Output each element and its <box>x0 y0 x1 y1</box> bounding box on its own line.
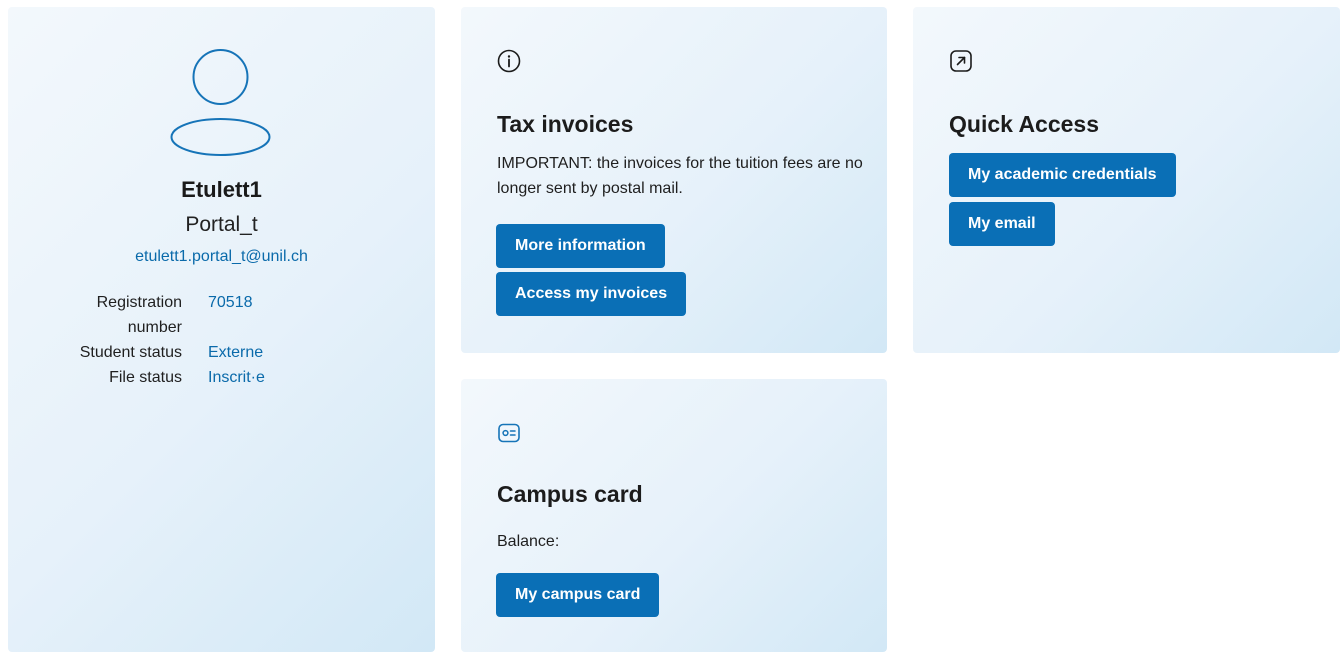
external-link-icon <box>950 50 972 72</box>
registration-number-value: 70518 <box>208 294 253 311</box>
profile-info-table: Registration number 70518 Student status… <box>8 290 435 390</box>
registration-number-row: Registration number 70518 <box>8 290 435 340</box>
file-status-row: File status Inscrit·e <box>8 365 435 390</box>
user-icon <box>170 49 271 156</box>
registration-number-label: Registration number <box>96 294 182 336</box>
profile-email-link[interactable]: etulett1.portal_t@unil.ch <box>8 248 435 266</box>
info-icon <box>497 49 521 73</box>
student-status-row: Student status Externe <box>8 340 435 365</box>
tax-invoices-card: Tax invoices IMPORTANT: the invoices for… <box>461 7 887 353</box>
my-campus-card-button[interactable]: My campus card <box>496 573 660 617</box>
campus-card-card: Campus card Balance: My campus card <box>461 379 887 652</box>
campus-card-balance: Balance: <box>497 533 560 550</box>
student-status-value: Externe <box>208 344 264 361</box>
quick-access-title: Quick Access <box>949 111 1100 137</box>
campus-card-title: Campus card <box>497 481 643 507</box>
profile-name: Etulett1 <box>181 177 262 202</box>
academic-credentials-button[interactable]: My academic credentials <box>949 153 1176 197</box>
file-status-label: File status <box>109 369 182 386</box>
access-invoices-button[interactable]: Access my invoices <box>496 272 687 316</box>
profile-subname: Portal_t <box>185 213 258 236</box>
student-status-label: Student status <box>79 344 182 361</box>
quick-access-card: Quick Access My academic credentials My … <box>913 7 1340 353</box>
my-email-button[interactable]: My email <box>949 202 1055 246</box>
tax-invoices-text: IMPORTANT: the invoices for the tuition … <box>497 155 863 197</box>
id-card-icon <box>498 423 520 443</box>
more-information-button[interactable]: More information <box>496 224 665 268</box>
profile-card: Etulett1 Portal_t etulett1.portal_t@unil… <box>8 7 435 652</box>
tax-invoices-title: Tax invoices <box>497 111 634 137</box>
file-status-value: Inscrit·e <box>208 369 265 386</box>
